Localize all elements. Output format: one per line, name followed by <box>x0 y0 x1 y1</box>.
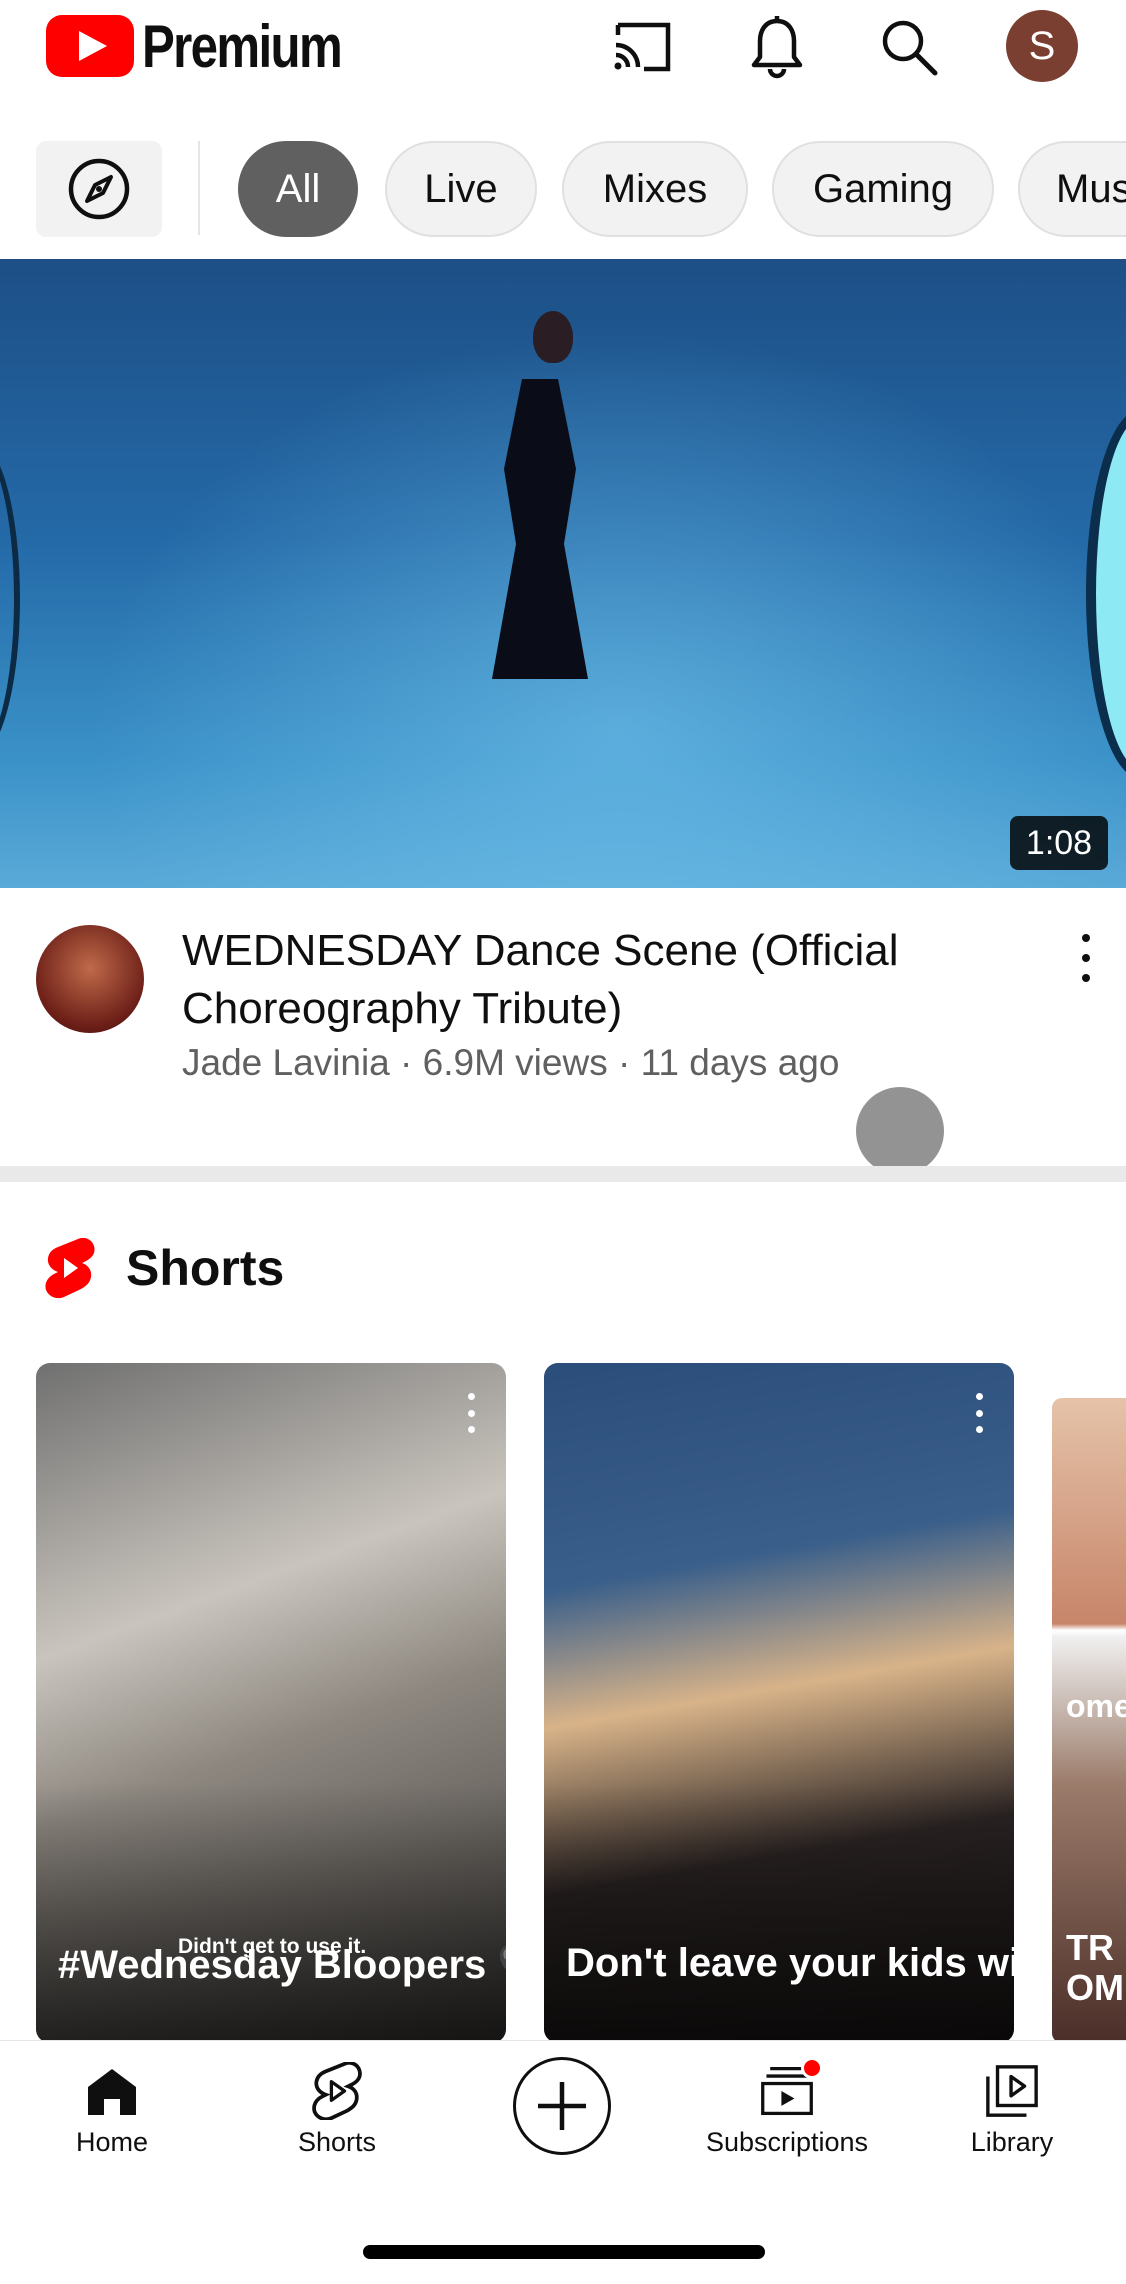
home-icon <box>84 2063 140 2119</box>
compass-icon <box>68 158 130 220</box>
shorts-icon <box>309 2062 365 2120</box>
section-divider <box>0 1166 1126 1182</box>
account-avatar[interactable]: S <box>1006 10 1078 82</box>
nav-label: Home <box>75 2127 149 2157</box>
subscriptions-icon <box>759 2057 823 2119</box>
short-overlay-text: ome <box>1066 1688 1126 1724</box>
youtube-play-icon <box>46 15 134 77</box>
library-icon <box>984 2063 1040 2119</box>
chip-mixes[interactable]: Mixes <box>562 141 748 237</box>
video-thumbnail[interactable]: 1:08 <box>0 259 1126 888</box>
nav-label: Subscriptions <box>705 2127 869 2157</box>
nav-label: Library <box>970 2127 1054 2157</box>
short-caption: Don't leave your kids with Aurora <box>566 1941 1014 1985</box>
more-options-icon[interactable] <box>468 1393 478 1433</box>
app-header: Premium S <box>0 0 1126 135</box>
chip-music[interactable]: Mus <box>1018 141 1126 237</box>
filter-chip-bar: All Live Mixes Gaming Mus <box>0 135 1126 259</box>
bell-icon[interactable] <box>740 10 814 84</box>
home-indicator <box>363 2245 765 2259</box>
notification-dot <box>801 2057 823 2079</box>
nav-home[interactable]: Home <box>12 2063 212 2173</box>
short-card[interactable]: Didn't get to use it. #Wednesday Blooper… <box>36 1363 506 2043</box>
logo-text: Premium <box>142 12 343 80</box>
explore-button[interactable] <box>36 141 162 237</box>
video-info[interactable]: WEDNESDAY Dance Scene (Official Choreogr… <box>0 888 1126 1168</box>
short-caption: TR OM <box>1066 1927 1124 2008</box>
search-icon[interactable] <box>872 10 946 84</box>
more-options-icon[interactable] <box>1068 928 1104 988</box>
video-title[interactable]: WEDNESDAY Dance Scene (Official Choreogr… <box>182 922 1022 1038</box>
more-options-icon[interactable] <box>976 1393 986 1433</box>
short-card[interactable]: Don't leave your kids with Aurora <box>544 1363 1014 2043</box>
video-metadata: Jade Lavinia · 6.9M views · 11 days ago <box>182 1042 840 1083</box>
video-duration-badge: 1:08 <box>1010 816 1108 870</box>
nav-library[interactable]: Library <box>912 2063 1112 2173</box>
cast-icon[interactable] <box>606 10 680 84</box>
chip-gaming[interactable]: Gaming <box>772 141 994 237</box>
touch-indicator <box>856 1087 944 1175</box>
shorts-logo-icon <box>45 1237 95 1299</box>
chip-divider <box>198 141 200 235</box>
youtube-premium-logo[interactable]: Premium <box>46 12 385 80</box>
nav-subscriptions[interactable]: Subscriptions <box>687 2057 887 2173</box>
thumbnail-figure <box>533 311 573 363</box>
shorts-shelf-header: Shorts <box>44 1230 284 1306</box>
shorts-section-title: Shorts <box>126 1240 285 1296</box>
nav-shorts[interactable]: Shorts <box>237 2062 437 2173</box>
chip-live[interactable]: Live <box>385 141 537 237</box>
channel-avatar[interactable] <box>36 925 144 1033</box>
short-caption: #Wednesday Bloopers 🖤 <box>58 1943 506 1987</box>
short-card[interactable]: ome TR OM <box>1052 1398 1126 2043</box>
create-plus-icon[interactable] <box>513 2057 611 2155</box>
chip-all[interactable]: All <box>238 141 358 237</box>
nav-label: Shorts <box>297 2127 377 2157</box>
